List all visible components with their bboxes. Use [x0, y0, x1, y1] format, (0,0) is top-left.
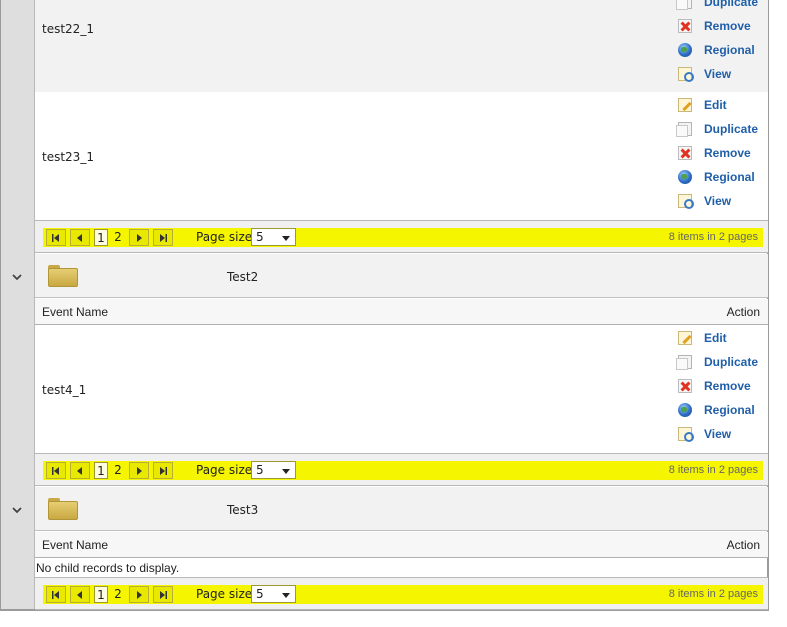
- last-page-button[interactable]: [153, 462, 173, 479]
- last-page-button[interactable]: [153, 229, 173, 246]
- view-icon: [678, 67, 694, 82]
- view-icon: [678, 194, 694, 209]
- duplicate-icon: [676, 0, 692, 10]
- table-row: test22_1 Duplicate Remove Regional View: [35, 0, 768, 92]
- duplicate-icon: [676, 122, 692, 137]
- last-page-button[interactable]: [153, 586, 173, 603]
- event-name-cell: test4_1: [42, 383, 87, 397]
- event-name-cell: test23_1: [42, 150, 94, 164]
- first-page-button[interactable]: [46, 586, 66, 603]
- remove-action[interactable]: Remove: [675, 375, 787, 397]
- table-header: Event Name Action: [35, 299, 768, 325]
- page-number[interactable]: 2: [111, 229, 125, 246]
- first-page-button[interactable]: [46, 462, 66, 479]
- remove-icon: [678, 379, 692, 393]
- event-name-cell: test22_1: [42, 22, 94, 36]
- group-row: Test3: [35, 487, 768, 531]
- next-page-button[interactable]: [129, 229, 149, 246]
- prev-page-button[interactable]: [70, 462, 90, 479]
- remove-action[interactable]: Remove: [675, 142, 787, 164]
- prev-page-icon: [77, 467, 82, 475]
- page-number[interactable]: 2: [111, 462, 125, 479]
- page-size-select[interactable]: 5: [251, 585, 296, 603]
- regional-action[interactable]: Regional: [675, 399, 787, 421]
- column-header-action: Action: [726, 305, 760, 319]
- pager-bar: 1 2 Page size: 5 8 items in 2 pages: [43, 461, 763, 480]
- duplicate-action[interactable]: Duplicate: [675, 351, 787, 373]
- remove-icon: [678, 19, 692, 33]
- dropdown-arrow-icon: [282, 236, 290, 241]
- page-number[interactable]: 2: [111, 586, 125, 603]
- page-number-current[interactable]: 1: [94, 462, 108, 479]
- view-icon: [678, 427, 694, 442]
- prev-page-button[interactable]: [70, 229, 90, 246]
- folder-icon: [48, 265, 78, 287]
- group-name: Test3: [227, 503, 259, 517]
- view-action[interactable]: View: [675, 190, 787, 212]
- remove-action[interactable]: Remove: [675, 15, 787, 37]
- pager: 1 2 Page size: 5 8 items in 2 pages: [35, 577, 768, 610]
- duplicate-action[interactable]: Duplicate: [675, 0, 787, 13]
- edit-action[interactable]: Edit: [675, 327, 787, 349]
- pager: 1 2 Page size: 5 8 items in 2 pages: [35, 220, 768, 253]
- page-size-select[interactable]: 5: [251, 461, 296, 479]
- group-name: Test2: [227, 270, 259, 284]
- remove-icon: [678, 146, 692, 160]
- view-action[interactable]: View: [675, 63, 787, 85]
- page-size-label: Page size:: [196, 230, 257, 244]
- globe-icon: [678, 403, 692, 417]
- table-row: test23_1 Edit Duplicate Remove Regional …: [35, 92, 768, 220]
- first-page-button[interactable]: [46, 229, 66, 246]
- group-row: Test2: [35, 254, 768, 298]
- pager-info: 8 items in 2 pages: [668, 231, 758, 243]
- edit-icon: [678, 331, 692, 345]
- pager-info: 8 items in 2 pages: [668, 588, 758, 600]
- column-header-event-name[interactable]: Event Name: [42, 538, 108, 552]
- globe-icon: [678, 43, 692, 57]
- page-number-current[interactable]: 1: [94, 586, 108, 603]
- pager-bar: 1 2 Page size: 5 8 items in 2 pages: [43, 228, 763, 247]
- prev-page-icon: [77, 591, 82, 599]
- chevron-down-icon[interactable]: [12, 272, 22, 282]
- dropdown-arrow-icon: [282, 469, 290, 474]
- chevron-down-icon[interactable]: [12, 505, 22, 515]
- next-page-icon: [137, 467, 142, 475]
- pager-info: 8 items in 2 pages: [668, 464, 758, 476]
- prev-page-button[interactable]: [70, 586, 90, 603]
- edit-action[interactable]: Edit: [675, 94, 787, 116]
- duplicate-icon: [676, 355, 692, 370]
- next-page-button[interactable]: [129, 462, 149, 479]
- duplicate-action[interactable]: Duplicate: [675, 118, 787, 140]
- pager: 1 2 Page size: 5 8 items in 2 pages: [35, 453, 768, 486]
- first-page-icon: [52, 591, 59, 599]
- last-page-icon: [160, 591, 167, 599]
- edit-icon: [678, 98, 692, 112]
- regional-action[interactable]: Regional: [675, 39, 787, 61]
- table-header: Event Name Action: [35, 532, 768, 558]
- column-header-action: Action: [726, 538, 760, 552]
- dropdown-arrow-icon: [282, 593, 290, 598]
- last-page-icon: [160, 234, 167, 242]
- first-page-icon: [52, 234, 59, 242]
- pager-bar: 1 2 Page size: 5 8 items in 2 pages: [43, 585, 763, 604]
- next-page-icon: [137, 591, 142, 599]
- page-size-label: Page size:: [196, 463, 257, 477]
- view-action[interactable]: View: [675, 423, 787, 445]
- last-page-icon: [160, 467, 167, 475]
- folder-icon: [48, 498, 78, 520]
- regional-action[interactable]: Regional: [675, 166, 787, 188]
- empty-message-row: No child records to display.: [35, 558, 768, 578]
- page-number-current[interactable]: 1: [94, 229, 108, 246]
- first-page-icon: [52, 467, 59, 475]
- table-row: test4_1 Edit Duplicate Remove Regional V…: [35, 325, 768, 454]
- next-page-button[interactable]: [129, 586, 149, 603]
- expand-gutter: [1, 0, 35, 609]
- globe-icon: [678, 170, 692, 184]
- prev-page-icon: [77, 234, 82, 242]
- column-header-event-name[interactable]: Event Name: [42, 305, 108, 319]
- next-page-icon: [137, 234, 142, 242]
- empty-message: No child records to display.: [36, 561, 180, 575]
- page-size-select[interactable]: 5: [251, 228, 296, 246]
- page-size-label: Page size:: [196, 587, 257, 601]
